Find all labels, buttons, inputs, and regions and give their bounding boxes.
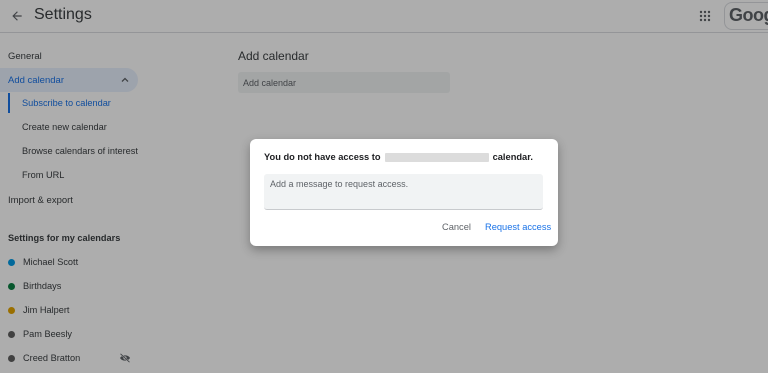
cancel-button[interactable]: Cancel xyxy=(442,222,471,232)
request-message-textarea[interactable]: Add a message to request access. xyxy=(264,174,543,210)
redacted-calendar-name xyxy=(384,152,489,162)
request-access-button[interactable]: Request access xyxy=(485,222,551,232)
dialog-message-suffix: calendar. xyxy=(492,152,533,162)
request-access-dialog: You do not have access to calendar. Add … xyxy=(250,139,558,246)
dialog-message: You do not have access to calendar. xyxy=(264,152,533,162)
dialog-message-prefix: You do not have access to xyxy=(264,152,381,162)
request-message-placeholder: Add a message to request access. xyxy=(270,179,409,189)
